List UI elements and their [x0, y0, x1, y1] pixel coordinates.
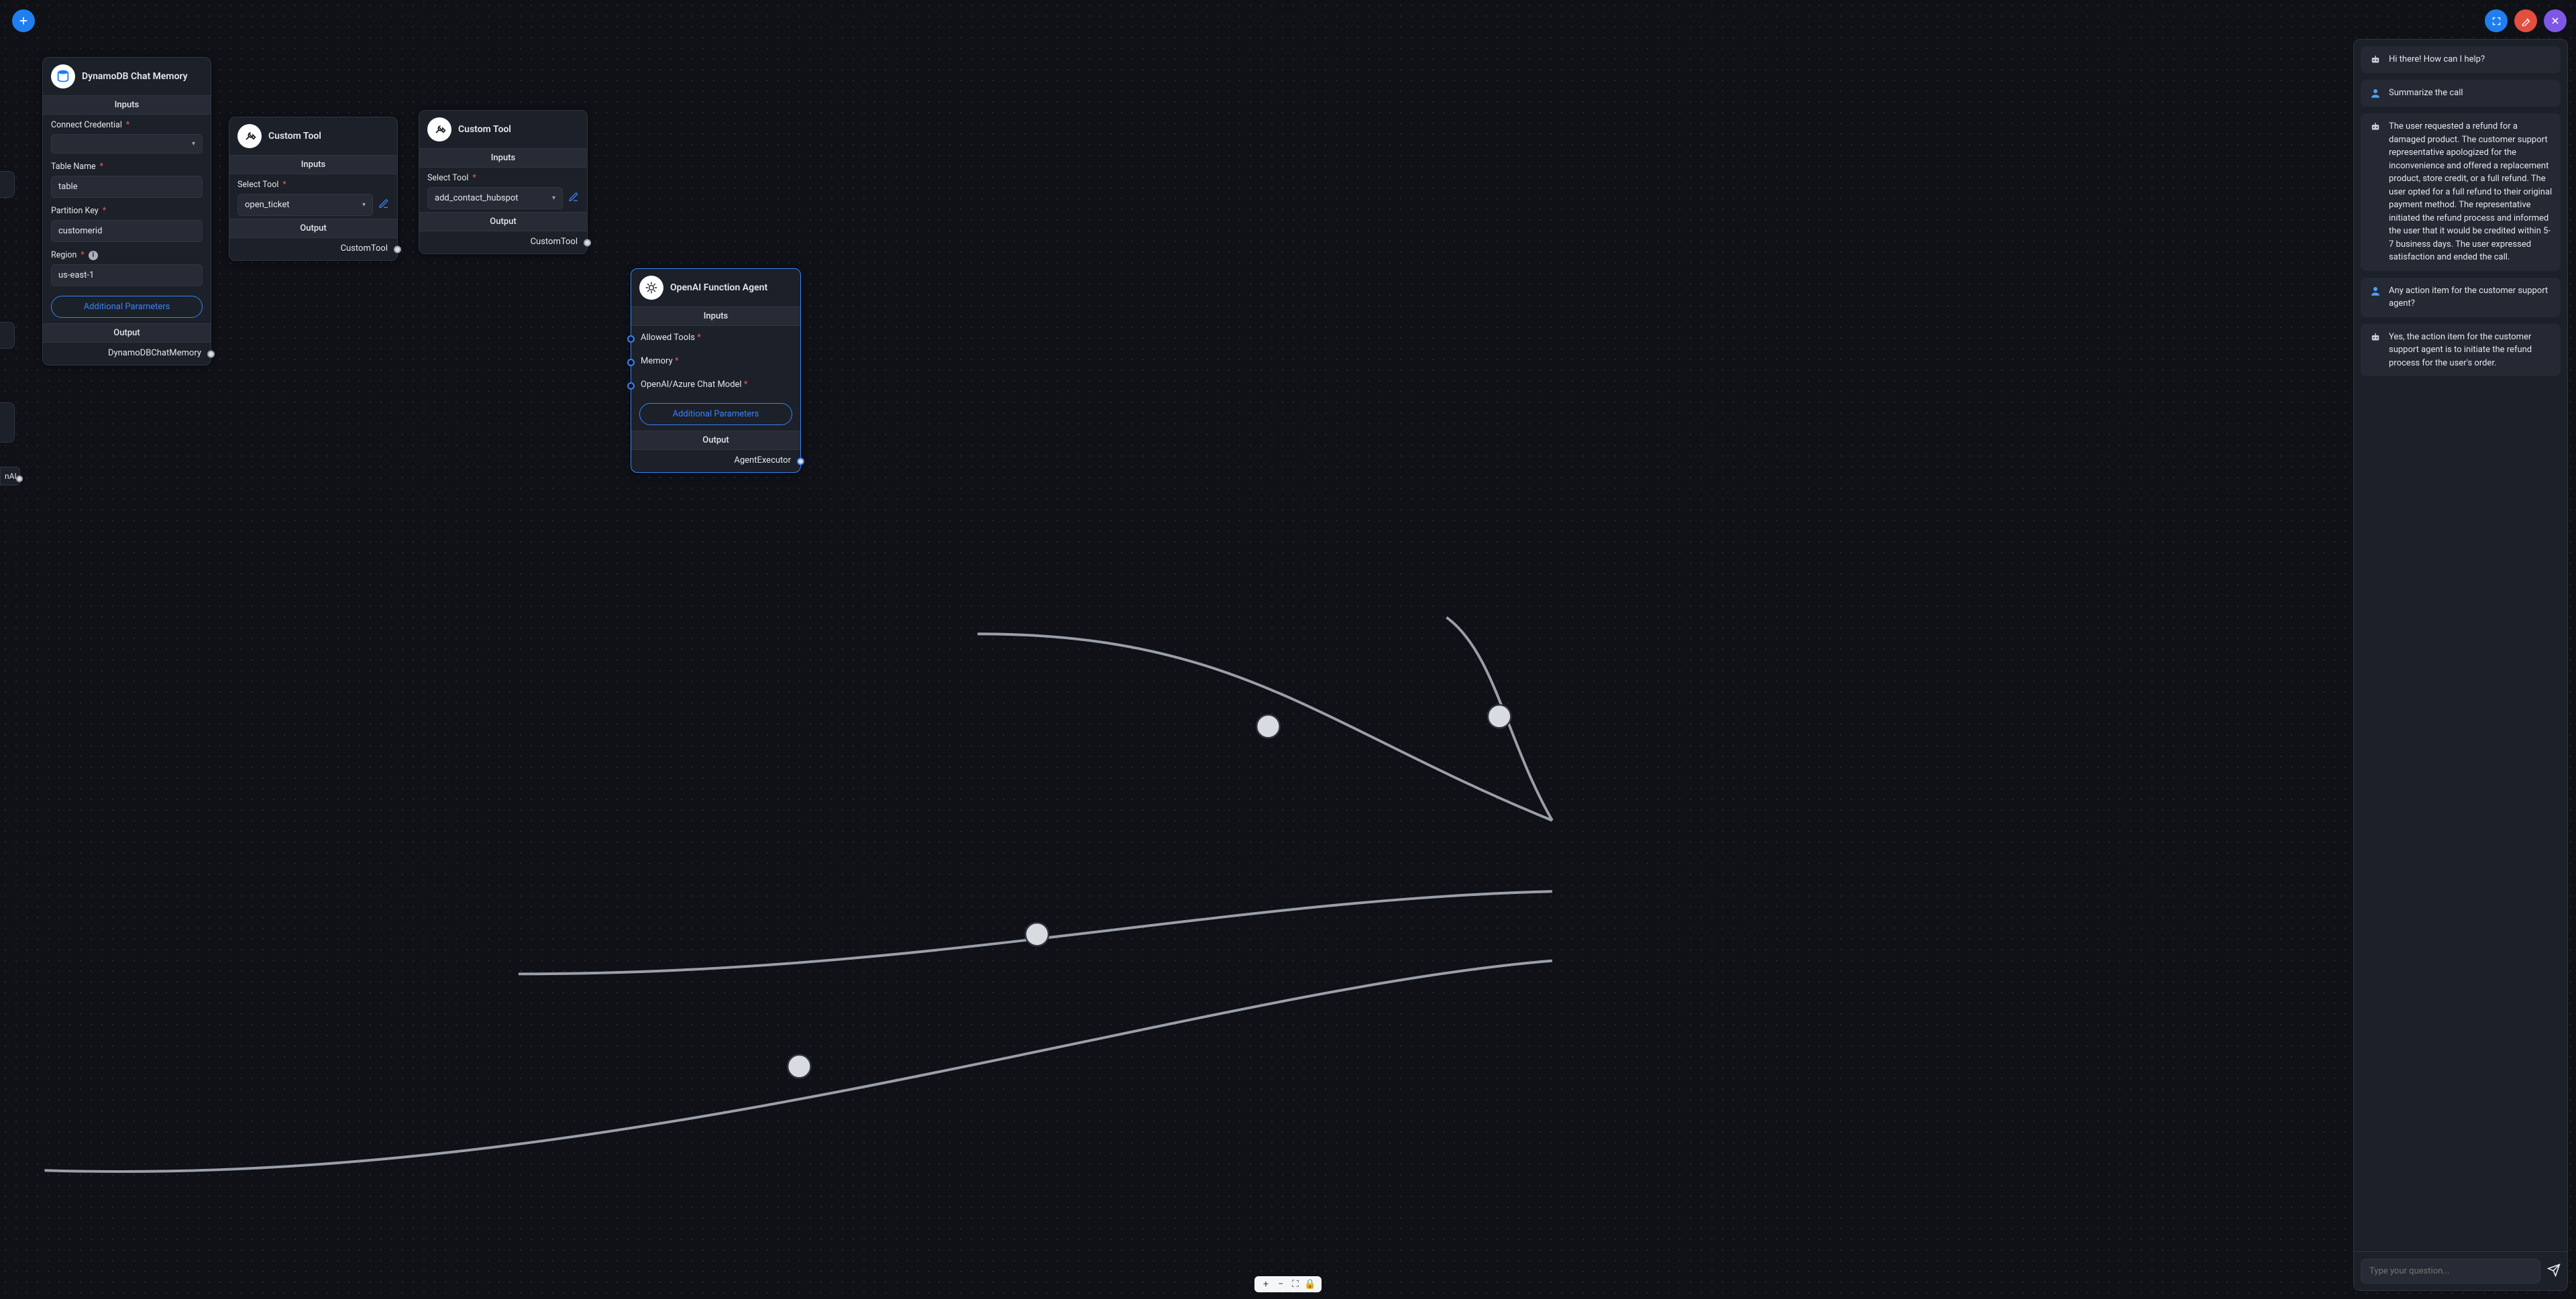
bot-icon [2369, 53, 2382, 66]
node-title: Custom Tool [268, 131, 321, 142]
select-tool-dropdown[interactable]: open_ticket▾ [237, 194, 373, 216]
output-header: Output [631, 431, 800, 450]
node-dynamodb-memory[interactable]: DynamoDB Chat Memory Inputs Connect Cred… [42, 57, 211, 365]
chat-input[interactable] [2361, 1259, 2540, 1284]
input-port-memory[interactable] [627, 359, 635, 366]
required-marker: * [744, 380, 748, 390]
chevron-down-icon: ▾ [552, 194, 555, 202]
chevron-down-icon: ▾ [192, 140, 195, 148]
info-icon[interactable]: i [89, 251, 98, 260]
partition-key-input[interactable] [51, 220, 203, 242]
add-node-button[interactable] [12, 9, 35, 32]
node-title: DynamoDB Chat Memory [82, 71, 188, 82]
output-port-label: CustomTool [341, 243, 388, 253]
inputs-header: Inputs [631, 306, 800, 326]
connect-credential-select[interactable]: ▾ [51, 134, 203, 154]
chat-message-text: Hi there! How can I help? [2389, 53, 2485, 66]
chat-model-label: OpenAI/Azure Chat Model [641, 380, 742, 390]
close-button[interactable] [2544, 9, 2567, 32]
memory-label: Memory [641, 356, 673, 366]
input-port-chat-model[interactable] [627, 382, 635, 390]
zoom-lock-button[interactable]: 🔒 [1303, 1279, 1318, 1290]
select-tool-label: Select Tool [427, 173, 468, 183]
offscreen-node-2 [0, 322, 15, 349]
zoom-in-button[interactable]: + [1258, 1279, 1273, 1290]
partition-key-label: Partition Key [51, 206, 99, 216]
output-header: Output [43, 323, 211, 343]
table-name-label: Table Name [51, 162, 96, 172]
region-label: Region [51, 250, 76, 260]
additional-parameters-button[interactable]: Additional Parameters [51, 296, 203, 318]
allowed-tools-label: Allowed Tools [641, 333, 695, 343]
zoom-fit-button[interactable]: ⛶ [1288, 1279, 1303, 1290]
chat-message-text: Summarize the call [2389, 87, 2463, 100]
node-openai-function-agent[interactable]: OpenAI Function Agent Inputs Allowed Too… [631, 268, 801, 473]
edit-icon[interactable] [378, 199, 389, 212]
zoom-out-button[interactable]: − [1273, 1279, 1288, 1290]
additional-parameters-button[interactable]: Additional Parameters [639, 403, 792, 425]
region-input[interactable] [51, 264, 203, 286]
send-button[interactable] [2547, 1263, 2561, 1280]
required-marker: * [282, 180, 286, 190]
required-marker: * [80, 250, 84, 260]
user-icon [2369, 87, 2382, 100]
node-title: OpenAI Function Agent [670, 282, 767, 293]
chat-panel: Hi there! How can I help? Summarize the c… [2353, 39, 2568, 1291]
output-header: Output [419, 212, 587, 231]
chat-message-bot: Yes, the action item for the customer su… [2361, 324, 2561, 377]
required-marker: * [126, 120, 129, 130]
output-port[interactable] [797, 457, 804, 465]
required-marker: * [100, 162, 103, 172]
inputs-header: Inputs [43, 95, 211, 115]
chevron-down-icon: ▾ [362, 201, 366, 209]
required-marker: * [472, 173, 476, 183]
zoom-controls: + − ⛶ 🔒 [1254, 1276, 1322, 1292]
inputs-header: Inputs [229, 155, 397, 174]
offscreen-output-port: nAI [0, 467, 20, 486]
edit-icon[interactable] [568, 192, 579, 205]
clear-button[interactable] [2514, 9, 2537, 32]
output-port[interactable] [584, 239, 591, 246]
required-marker: * [697, 333, 701, 343]
wrench-icon [237, 124, 262, 148]
node-custom-tool-1[interactable]: Custom Tool Inputs Select Tool * open_tic… [229, 117, 398, 261]
bot-icon [2369, 120, 2382, 133]
required-marker: * [675, 356, 679, 366]
chat-message-user: Summarize the call [2361, 80, 2561, 107]
chat-message-user: Any action item for the customer support… [2361, 278, 2561, 317]
output-port-label: DynamoDBChatMemory [108, 348, 201, 358]
openai-icon [639, 276, 663, 300]
dynamodb-icon [51, 64, 75, 89]
output-port[interactable] [394, 245, 401, 253]
node-custom-tool-2[interactable]: Custom Tool Inputs Select Tool * add_cont… [419, 110, 588, 254]
top-right-toolbar [2485, 9, 2567, 32]
offscreen-output-label: nAI [5, 471, 17, 481]
select-tool-label: Select Tool [237, 180, 278, 190]
output-port[interactable] [207, 350, 215, 357]
required-marker: * [103, 206, 106, 216]
expand-button[interactable] [2485, 9, 2508, 32]
offscreen-node-1 [0, 171, 15, 198]
chat-message-text: The user requested a refund for a damage… [2389, 120, 2553, 264]
chat-messages[interactable]: Hi there! How can I help? Summarize the c… [2354, 40, 2567, 1251]
wrench-icon [427, 117, 451, 142]
table-name-input[interactable] [51, 176, 203, 198]
offscreen-node-3 [0, 402, 15, 443]
chat-message-text: Yes, the action item for the customer su… [2389, 331, 2553, 370]
select-tool-dropdown[interactable]: add_contact_hubspot▾ [427, 187, 563, 209]
user-icon [2369, 284, 2382, 298]
chat-message-bot: Hi there! How can I help? [2361, 46, 2561, 73]
chat-message-text: Any action item for the customer support… [2389, 284, 2553, 310]
output-port-label: CustomTool [531, 237, 578, 247]
bot-icon [2369, 331, 2382, 344]
output-port-label: AgentExecutor [734, 455, 791, 465]
node-title: Custom Tool [458, 124, 511, 135]
input-port-allowed-tools[interactable] [627, 335, 635, 343]
chat-message-bot: The user requested a refund for a damage… [2361, 113, 2561, 271]
connect-credential-label: Connect Credential [51, 120, 122, 130]
output-header: Output [229, 219, 397, 238]
inputs-header: Inputs [419, 148, 587, 168]
